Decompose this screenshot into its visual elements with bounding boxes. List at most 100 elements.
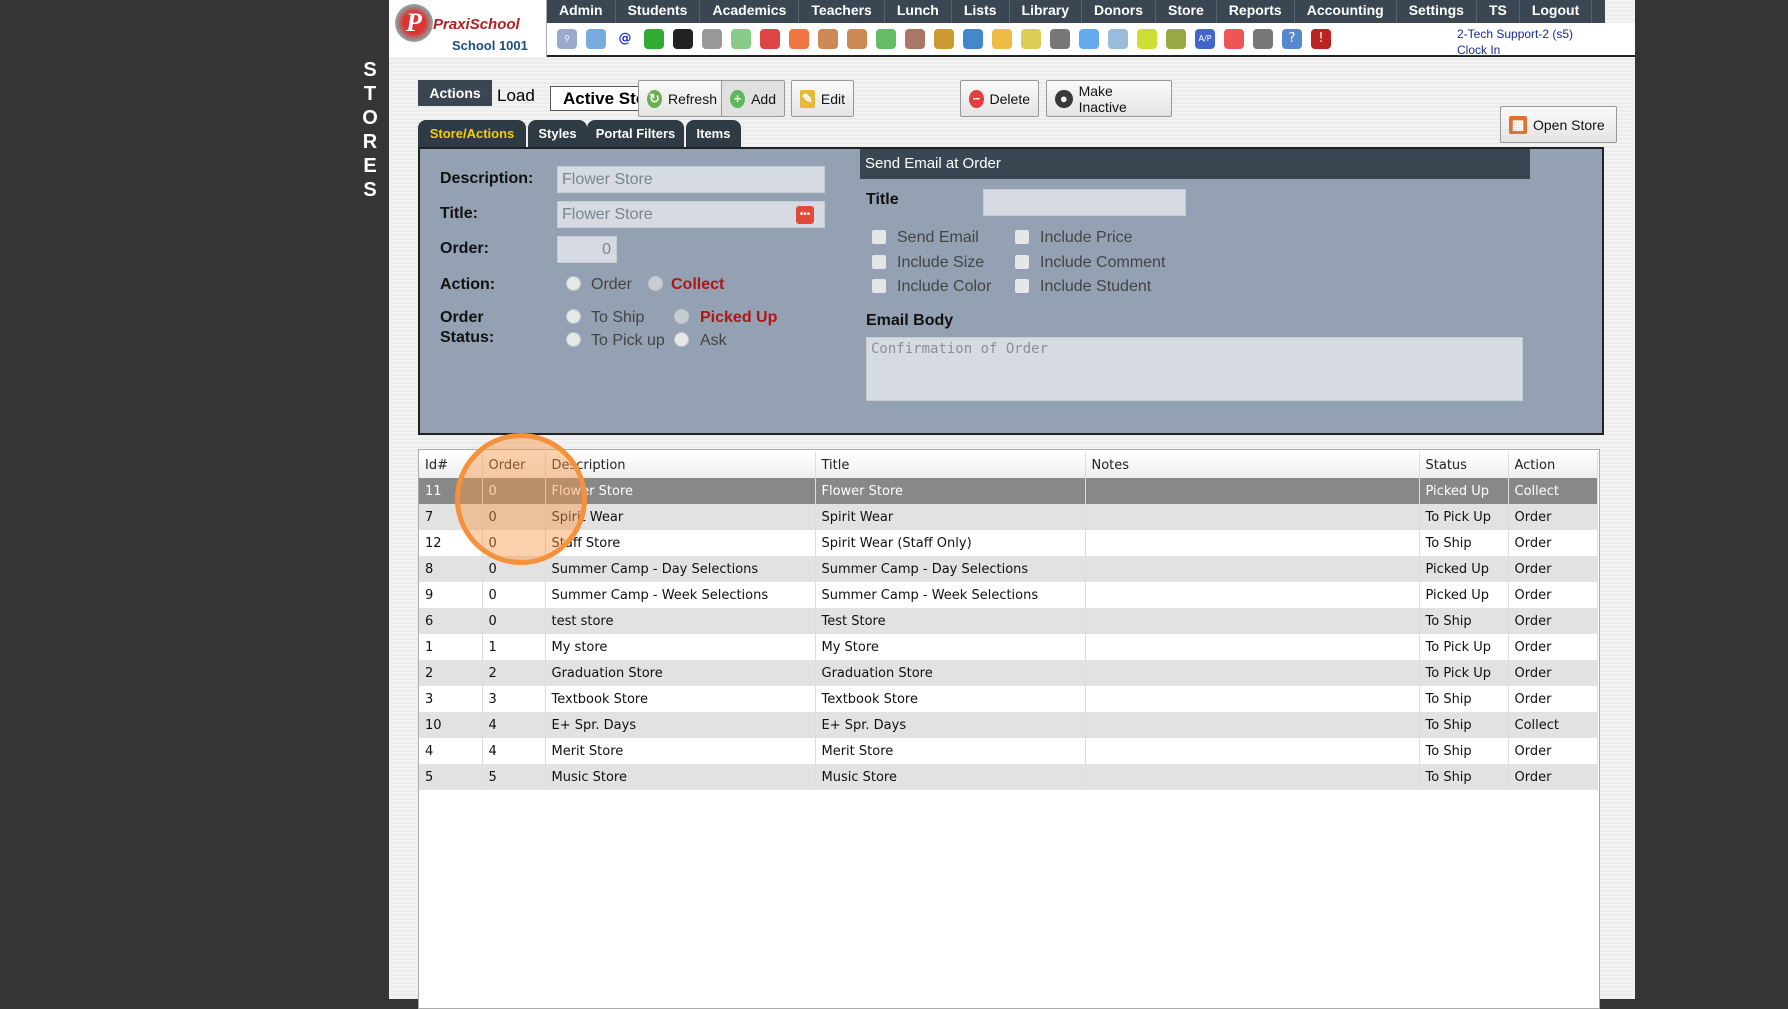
column-header[interactable]: Status (1419, 452, 1509, 478)
nav-reports[interactable]: Reports (1217, 0, 1295, 23)
password-manager-icon[interactable]: ••• (796, 206, 814, 224)
phone-icon[interactable] (673, 29, 693, 49)
status-picked-up-radio[interactable] (674, 309, 689, 324)
table-row[interactable]: 11 0 Flower Store Flower Store Picked Up Coll… (419, 478, 1598, 504)
printer-icon[interactable] (1166, 29, 1186, 49)
table-row[interactable]: 9 0 Summer Camp - Week Selections Summer Ca… (419, 582, 1598, 608)
email-body-textarea[interactable]: Confirmation of Order (866, 337, 1523, 401)
tab-store-actions[interactable]: Store/Actions (418, 120, 526, 147)
tab-items[interactable]: Items (686, 120, 741, 147)
include-price-checkbox[interactable] (1015, 230, 1029, 244)
power-icon[interactable]: ! (1311, 29, 1331, 49)
bell-icon[interactable] (992, 29, 1012, 49)
nav-lunch[interactable]: Lunch (885, 0, 952, 23)
alarm-icon[interactable] (1079, 29, 1099, 49)
open-store-button[interactable]: ▦ Open Store (1500, 106, 1617, 143)
include-size-checkbox[interactable] (872, 255, 886, 269)
table-cell: Picked Up (1419, 556, 1509, 582)
column-header[interactable]: Title (815, 452, 1086, 478)
calendar-icon[interactable] (760, 29, 780, 49)
column-header[interactable]: Action (1508, 452, 1598, 478)
card-icon[interactable] (1137, 29, 1157, 49)
email-title-input[interactable] (983, 189, 1186, 216)
calendar-grid-icon[interactable] (586, 29, 606, 49)
table-cell: 1 (482, 634, 546, 660)
table-row[interactable]: 7 0 Spirit Wear Spirit Wear To Pick Up Order (419, 504, 1598, 530)
table-row[interactable]: 12 0 Staff Store Spirit Wear (Staff Only) To… (419, 530, 1598, 556)
search-icon[interactable]: ⚲ (557, 29, 577, 49)
group-icon[interactable] (905, 29, 925, 49)
refresh-button[interactable]: ↻ Refresh (638, 80, 726, 117)
megaphone-icon[interactable] (789, 29, 809, 49)
make-inactive-button[interactable]: ● Make Inactive (1046, 80, 1172, 117)
table-cell (1085, 764, 1420, 790)
burger-icon[interactable] (934, 29, 954, 49)
column-header[interactable]: Description (545, 452, 816, 478)
logo[interactable]: P PraxiSchool School 1001 (389, 0, 547, 57)
table-cell: 5 (482, 764, 546, 790)
actions-tab[interactable]: Actions (418, 80, 492, 106)
table-row[interactable]: 8 0 Summer Camp - Day Selections Summer Cam… (419, 556, 1598, 582)
load-label: Load (497, 86, 535, 105)
nav-accounting[interactable]: Accounting (1295, 0, 1397, 23)
tab-styles[interactable]: Styles (528, 120, 587, 147)
tab-portal-filters[interactable]: Portal Filters (587, 120, 684, 147)
table-cell: Order (1508, 634, 1598, 660)
include-comment-label: Include Comment (1040, 254, 1166, 271)
send-email-checkbox[interactable] (872, 230, 886, 244)
status-ask-radio[interactable] (674, 332, 689, 347)
action-collect-radio[interactable] (648, 276, 663, 291)
nav-teachers[interactable]: Teachers (799, 0, 885, 23)
table-row[interactable]: 5 5 Music Store Music Store To Ship Order (419, 764, 1598, 790)
nav-academics[interactable]: Academics (700, 0, 800, 23)
table-cell (1085, 608, 1420, 634)
nav-logout[interactable]: Logout (1520, 0, 1593, 23)
note-icon[interactable] (1021, 29, 1041, 49)
register-icon[interactable] (1253, 29, 1273, 49)
table-row[interactable]: 1 1 My store My Store To Pick Up Order (419, 634, 1598, 660)
help-icon[interactable]: ? (1282, 29, 1302, 49)
order-input[interactable]: 0 (557, 236, 617, 263)
clock-in-link[interactable]: Clock In (1457, 42, 1573, 58)
email-title-label: Title (866, 191, 899, 208)
schedule-icon[interactable] (731, 29, 751, 49)
money-icon[interactable] (876, 29, 896, 49)
speaker-icon[interactable] (702, 29, 722, 49)
chat-icon[interactable] (644, 29, 664, 49)
include-student-checkbox[interactable] (1015, 279, 1029, 293)
table-cell: 0 (482, 582, 546, 608)
delete-button[interactable]: − Delete (960, 80, 1039, 117)
table-cell: Order (1508, 556, 1598, 582)
table-row[interactable]: 4 4 Merit Store Merit Store To Ship Order (419, 738, 1598, 764)
nav-students[interactable]: Students (616, 0, 701, 23)
sheet-icon[interactable] (1108, 29, 1128, 49)
add-button[interactable]: + Add (721, 80, 785, 117)
column-header[interactable]: Notes (1085, 452, 1420, 478)
include-color-checkbox[interactable] (872, 279, 886, 293)
description-input[interactable]: Flower Store (557, 166, 825, 193)
table-row[interactable]: 6 0 test store Test Store To Ship Order (419, 608, 1598, 634)
nav-ts[interactable]: TS (1477, 0, 1520, 23)
nav-settings[interactable]: Settings (1397, 0, 1477, 23)
nav-donors[interactable]: Donors (1082, 0, 1156, 23)
nav-store[interactable]: Store (1156, 0, 1217, 23)
title-input[interactable]: Flower Store ••• (557, 201, 825, 228)
action-order-radio[interactable] (566, 276, 581, 291)
table-row[interactable]: 10 4 E+ Spr. Days E+ Spr. Days To Ship Collec… (419, 712, 1598, 738)
at-icon[interactable]: @ (615, 29, 635, 49)
table-row[interactable]: 3 3 Textbook Store Textbook Store To Ship Ord… (419, 686, 1598, 712)
person-icon[interactable] (847, 29, 867, 49)
include-comment-checkbox[interactable] (1015, 255, 1029, 269)
status-to-ship-radio[interactable] (566, 309, 581, 324)
pdf-icon[interactable] (1224, 29, 1244, 49)
edit-button[interactable]: ✎ Edit (791, 80, 854, 117)
table-row[interactable]: 2 2 Graduation Store Graduation Store To Pic… (419, 660, 1598, 686)
nav-library[interactable]: Library (1010, 0, 1082, 23)
nav-admin[interactable]: Admin (547, 0, 616, 23)
nav-lists[interactable]: Lists (952, 0, 1010, 23)
ap-icon[interactable]: A/P (1195, 29, 1215, 49)
status-to-pick-up-radio[interactable] (566, 332, 581, 347)
add-person-icon[interactable] (818, 29, 838, 49)
book-icon[interactable] (963, 29, 983, 49)
teacher-icon[interactable] (1050, 29, 1070, 49)
